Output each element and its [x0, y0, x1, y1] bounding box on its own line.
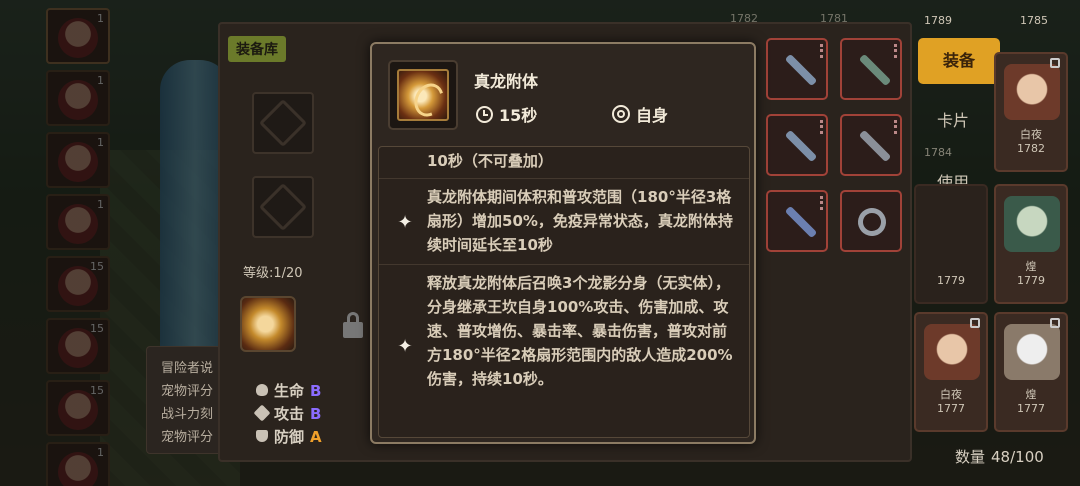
hero-portrait: [1004, 196, 1060, 252]
card-button[interactable]: 卡片: [918, 100, 988, 142]
hero-card[interactable]: 煌 1777: [994, 312, 1068, 432]
lock-icon: [1050, 58, 1060, 68]
inventory-item[interactable]: [766, 114, 828, 176]
hero-name: 煌: [1025, 260, 1037, 273]
clock-icon: [476, 105, 493, 123]
item-rank-dots: [894, 44, 897, 58]
quantity-label: 数量: [955, 448, 986, 466]
description-section: 10秒（不可叠加）: [379, 147, 749, 179]
stat-defense: 防御 A: [256, 426, 322, 447]
description-text: 真龙附体期间体积和普攻范围（180°半径3格扇形）增加50%，免疫异常状态，真龙…: [427, 188, 733, 254]
hero-card[interactable]: 白夜 1782: [994, 52, 1068, 172]
target-value: 自身: [636, 106, 669, 125]
hero-power: 1781: [820, 12, 848, 25]
stat-label: 生命: [274, 382, 305, 400]
sword-icon: [784, 53, 818, 87]
sparkle-icon: ✦: [397, 336, 413, 357]
item-rank-dots: [820, 44, 823, 58]
equip-button[interactable]: 装备: [918, 38, 1000, 84]
sword-icon: [858, 129, 892, 163]
inventory-item[interactable]: [840, 190, 902, 252]
hero-name: 煌: [1025, 388, 1037, 401]
sword-icon: [784, 205, 818, 239]
description-section: ✦ 释放真龙附体后召唤3个龙影分身（无实体），分身继承王坎自身100%攻击、伤害…: [379, 265, 749, 437]
lock-icon: [1050, 318, 1060, 328]
sword-icon: [784, 129, 818, 163]
item-rank-dots: [894, 120, 897, 134]
skill-icon: [388, 60, 458, 130]
hero-power: 1779: [937, 274, 965, 287]
hero-power: 1777: [1017, 402, 1045, 415]
sword-icon: [258, 98, 308, 148]
skill-duration: 15秒: [476, 102, 537, 126]
quantity-value: 48/100: [991, 448, 1044, 466]
stat-label: 防御: [274, 428, 305, 446]
stat-grade: B: [310, 405, 322, 423]
skill-target: 自身: [612, 102, 668, 126]
sparkle-icon: ✦: [397, 212, 413, 233]
hero-card[interactable]: 白夜 1777: [914, 312, 988, 432]
skill-slot[interactable]: [240, 296, 296, 352]
hero-power: 1779: [1017, 274, 1045, 287]
sword-icon: [858, 53, 892, 87]
description-section: ✦ 真龙附体期间体积和普攻范围（180°半径3格扇形）增加50%，免疫异常状态，…: [379, 179, 749, 265]
hero-power: 1782: [730, 12, 758, 25]
heart-icon: [256, 384, 268, 396]
hero-name: 白夜: [940, 388, 962, 401]
hero-portrait: [924, 324, 980, 380]
lock-icon: [340, 312, 366, 338]
inventory-item[interactable]: [766, 190, 828, 252]
equipment-slot-armor[interactable]: [252, 176, 314, 238]
description-text: 10秒（不可叠加）: [427, 152, 553, 170]
duration-value: 15秒: [499, 106, 538, 125]
item-rank-dots: [820, 120, 823, 134]
equipment-slot-weapon[interactable]: [252, 92, 314, 154]
hero-portrait: [1004, 324, 1060, 380]
target-icon: [612, 105, 630, 123]
skill-tooltip: 真龙附体 15秒 自身 10秒（不可叠加） ✦ 真龙附体期间体积和普攻范围（18…: [370, 42, 756, 444]
hero-power: 1784: [924, 146, 952, 159]
stat-label: 攻击: [274, 405, 305, 423]
storage-tab[interactable]: 装备库: [228, 36, 286, 62]
stat-grade: A: [310, 428, 322, 446]
hero-power: 1782: [1017, 142, 1045, 155]
skill-title: 真龙附体: [474, 72, 539, 91]
hero-card[interactable]: 煌 1779: [994, 184, 1068, 304]
hero-power: 1777: [937, 402, 965, 415]
inventory-quantity: 数量 48/100: [955, 446, 1075, 474]
skill-description: 10秒（不可叠加） ✦ 真龙附体期间体积和普攻范围（180°半径3格扇形）增加5…: [378, 146, 750, 438]
dragon-icon: [397, 69, 449, 122]
hero-card[interactable]: 1779: [914, 184, 988, 304]
stat-attack: 攻击 B: [253, 403, 322, 424]
stat-hp: 生命 B: [256, 380, 321, 401]
hero-power: 1785: [1020, 14, 1048, 27]
shield-icon: [256, 430, 268, 442]
lock-icon: [970, 318, 980, 328]
ring-icon: [852, 202, 892, 242]
stat-grade: B: [310, 382, 322, 400]
hero-power: 1789: [924, 14, 952, 27]
swirl-icon: [409, 78, 449, 122]
description-text: 释放真龙附体后召唤3个龙影分身（无实体），分身继承王坎自身100%攻击、伤害加成…: [427, 274, 733, 388]
inventory-item[interactable]: [766, 38, 828, 100]
inventory-item[interactable]: [840, 114, 902, 176]
inventory-item[interactable]: [840, 38, 902, 100]
armor-icon: [258, 182, 308, 232]
level-label: 等级:1/20: [243, 266, 303, 281]
hero-portrait: [1004, 64, 1060, 120]
sword-icon: [253, 404, 271, 422]
item-rank-dots: [820, 196, 823, 210]
hero-name: 白夜: [1020, 128, 1042, 141]
